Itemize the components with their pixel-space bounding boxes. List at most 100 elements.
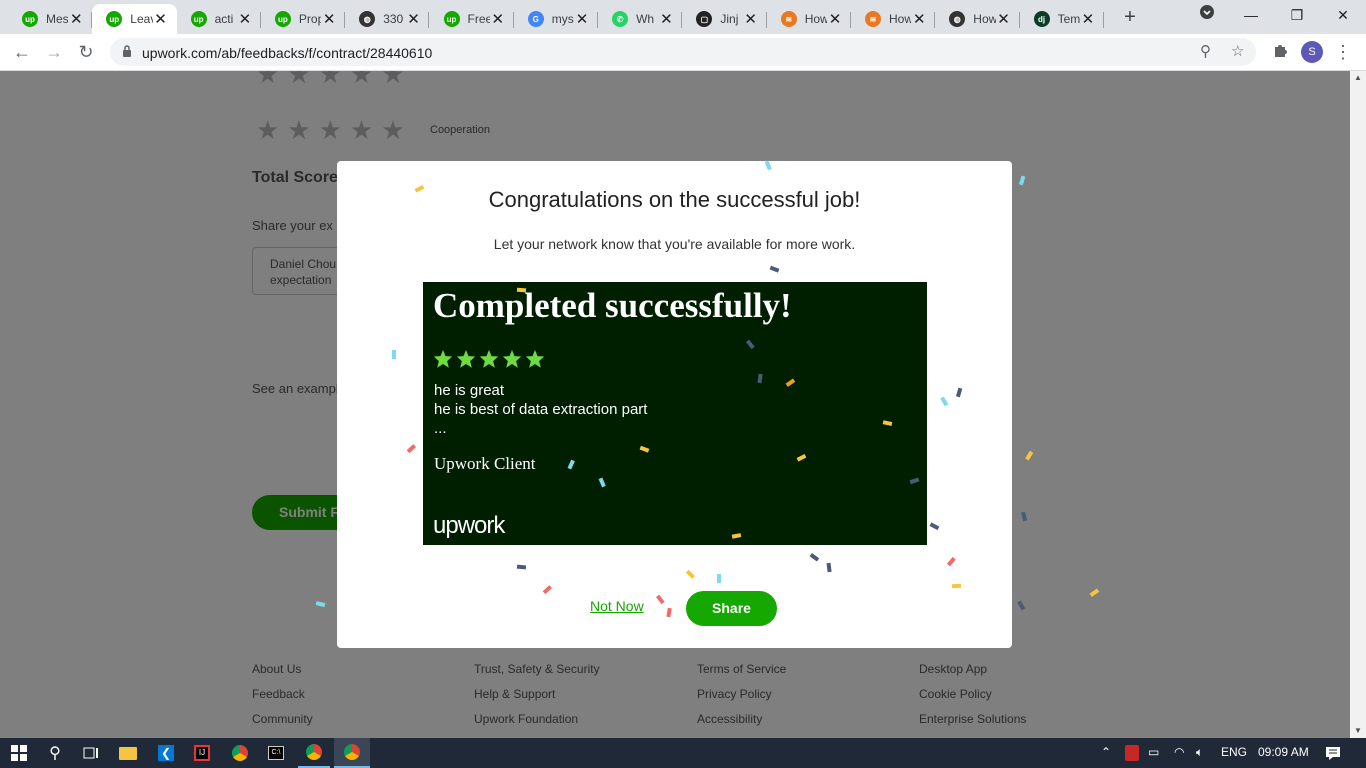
tab-separator (1102, 12, 1104, 28)
browser-tab[interactable]: up Mes ✕ (8, 4, 93, 34)
close-tab-icon[interactable]: ✕ (68, 10, 84, 28)
django-icon: dj (1033, 11, 1050, 27)
bookmark-star-icon[interactable]: ☆ (1231, 42, 1244, 60)
browser-tab[interactable]: ◍ 330 ✕ (345, 4, 430, 34)
card-review-ellipsis: ... (434, 420, 447, 437)
browser-tab[interactable]: ≋ How ✕ (851, 4, 936, 34)
star-icon (502, 349, 522, 368)
card-client-name: Upwork Client (434, 454, 536, 473)
restore-button[interactable]: ❐ (1282, 4, 1312, 28)
scroll-up-icon[interactable]: ▲ (1350, 71, 1366, 85)
close-tab-icon[interactable]: ✕ (911, 10, 927, 28)
tray-chevron-icon[interactable]: ⌃ (1101, 745, 1111, 759)
scroll-down-icon[interactable]: ▼ (1350, 724, 1366, 738)
close-tab-icon[interactable]: ✕ (743, 10, 759, 28)
extensions-puzzle-icon[interactable] (1267, 40, 1293, 64)
tab-title: How (804, 12, 827, 26)
forward-button[interactable]: → (41, 40, 67, 64)
wifi-icon[interactable]: ◠ (1174, 745, 1184, 759)
chrome-icon[interactable] (298, 738, 330, 768)
close-window-button[interactable]: ✕ (1328, 4, 1358, 28)
new-tab-button[interactable]: + (1118, 6, 1142, 30)
upwork-icon: up (106, 11, 123, 27)
browser-tab[interactable]: up acti ✕ (177, 4, 261, 34)
share-button[interactable]: Share (686, 591, 777, 626)
browser-tab[interactable]: ◍ How ✕ (935, 4, 1020, 34)
close-tab-icon[interactable]: ✕ (490, 10, 506, 28)
file-explorer-icon[interactable] (112, 738, 144, 768)
modal-subtitle: Let your network know that you're availa… (493, 236, 856, 252)
close-tab-icon[interactable]: ✕ (1080, 10, 1096, 28)
page-scrollbar[interactable]: ▲ ▼ (1350, 71, 1366, 738)
browser-tab[interactable]: ▢ Jinj ✕ (682, 4, 767, 34)
google-icon: G (527, 11, 544, 27)
tab-title: 330 (383, 12, 404, 26)
chrome-icon[interactable] (224, 738, 256, 768)
browser-tab[interactable]: up Free ✕ (430, 4, 514, 34)
chrome-icon[interactable] (334, 738, 370, 768)
minimize-button[interactable]: — (1236, 4, 1266, 28)
tab-search-button[interactable] (1192, 4, 1222, 28)
upwork-logo: upwork (433, 512, 505, 539)
tab-title: Wh (636, 12, 655, 26)
browser-toolbar: ← → ↻ upwork.com/ab/feedbacks/f/contract… (0, 34, 1366, 71)
close-tab-icon[interactable]: ✕ (153, 10, 169, 28)
profile-avatar[interactable]: S (1301, 41, 1323, 63)
tab-title: Tem (1057, 12, 1080, 26)
upwork-icon: up (274, 11, 291, 27)
terminal-icon[interactable]: C:\ (260, 738, 292, 768)
windows-taskbar: ⚲ ❮ IJ C:\ ⌃ ▭ ◠ 🔈︎ ENG 09:09 AM (0, 738, 1366, 768)
intellij-icon[interactable]: IJ (186, 738, 218, 768)
search-icon[interactable]: ⚲ (40, 738, 70, 768)
windows-start-icon[interactable] (0, 738, 38, 768)
card-review-line: he is great (434, 382, 505, 399)
card-heading: Completed successfully! (433, 286, 792, 325)
volume-icon[interactable]: 🔈︎ (1196, 745, 1203, 760)
close-tab-icon[interactable]: ✕ (321, 10, 337, 28)
modal-title: Congratulations on the successful job! (488, 187, 861, 212)
tab-title: How (973, 12, 996, 26)
close-tab-icon[interactable]: ✕ (996, 10, 1012, 28)
vscode-icon[interactable]: ❮ (150, 738, 182, 768)
browser-tab[interactable]: dj Tem ✕ (1020, 4, 1104, 34)
card-review-line: he is best of data extraction part (434, 401, 648, 418)
tab-title: acti (214, 12, 234, 26)
clock-time[interactable]: 09:09 AM (1258, 745, 1309, 759)
zoom-icon[interactable]: ⚲ (1200, 42, 1211, 60)
browser-tab[interactable]: up Prop ✕ (261, 4, 346, 34)
close-tab-icon[interactable]: ✕ (405, 10, 421, 28)
share-preview-card: Completed successfully! he is great he i… (423, 282, 927, 545)
battery-icon[interactable]: ▭ (1148, 745, 1159, 759)
stackoverflow-icon: ≋ (865, 11, 881, 27)
reload-button[interactable]: ↻ (73, 40, 99, 64)
back-button[interactable]: ← (9, 40, 35, 64)
language-indicator[interactable]: ENG (1221, 745, 1247, 759)
browser-tab[interactable]: Gmys ✕ (514, 4, 599, 34)
antivirus-icon[interactable] (1124, 738, 1140, 768)
tab-title: Mes (46, 12, 69, 26)
not-now-link[interactable]: Not Now (590, 598, 644, 614)
browser-tab[interactable]: ✆ Wh ✕ (598, 4, 683, 34)
address-bar[interactable]: upwork.com/ab/feedbacks/f/contract/28440… (110, 38, 1256, 66)
card-rating-stars (433, 349, 545, 369)
tab-title: Jinj (720, 12, 739, 26)
close-tab-icon[interactable]: ✕ (827, 10, 843, 28)
tab-title: Leav (130, 12, 152, 26)
browser-tab[interactable]: ≋ How ✕ (767, 4, 851, 34)
globe-icon: ◍ (949, 11, 966, 27)
notifications-icon[interactable] (1318, 738, 1348, 768)
close-tab-icon[interactable]: ✕ (658, 10, 674, 28)
browser-menu-icon[interactable]: ⋮ (1330, 40, 1356, 64)
url-text: upwork.com/ab/feedbacks/f/contract/28440… (142, 45, 433, 61)
globe-icon: ◍ (359, 11, 376, 27)
jinja-icon: ▢ (696, 11, 713, 27)
share-success-modal: Congratulations on the successful job! L… (337, 161, 1012, 648)
task-view-icon[interactable] (76, 738, 106, 768)
close-tab-icon[interactable]: ✕ (237, 10, 253, 28)
tab-title: mys (551, 12, 574, 26)
browser-tab[interactable]: up Leav✕ (92, 4, 177, 34)
close-tab-icon[interactable]: ✕ (574, 10, 590, 28)
tab-title: Free (467, 12, 490, 26)
tab-title: Prop (298, 12, 322, 26)
upwork-icon: up (443, 11, 460, 27)
